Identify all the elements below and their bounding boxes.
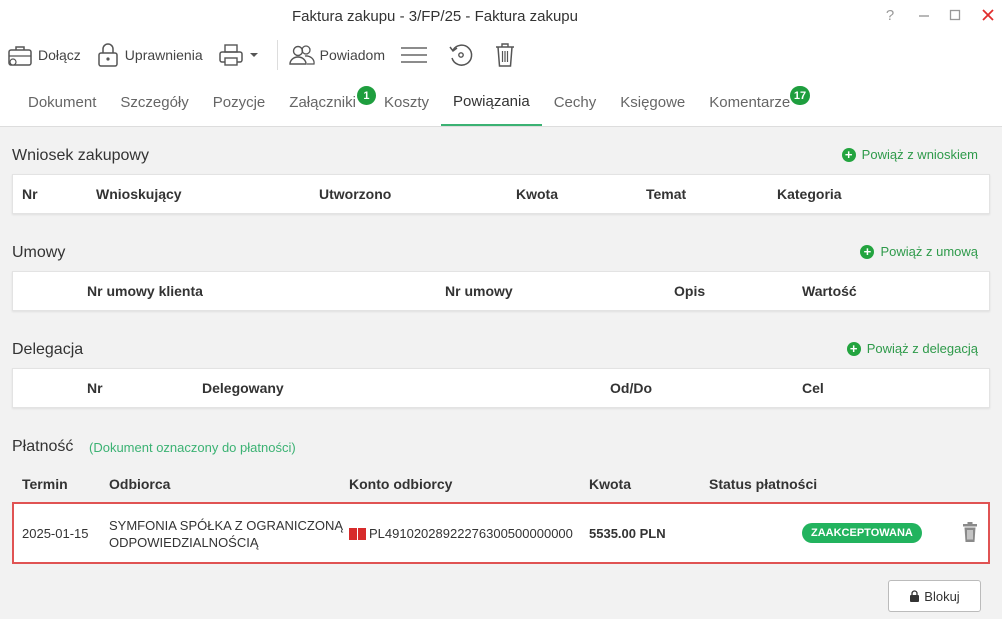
purchase-request-title: Wniosek zakupowy [12,147,149,164]
notify-button[interactable]: Powiadom [288,38,385,72]
tab-features[interactable]: Cechy [542,78,609,126]
tab-label: Powiązania [452,92,530,110]
column-header[interactable]: Utworzono [319,186,391,202]
toolbar: Dołącz Uprawnienia Powiadom [0,32,1002,78]
minimize-icon[interactable] [913,4,935,26]
column-header[interactable]: Cel [802,380,824,396]
permissions-button[interactable]: Uprawnienia [95,38,203,72]
plus-circle-icon: + [860,244,875,259]
recipient-line: SYMFONIA SPÓŁKA Z OGRANICZONĄ [109,518,344,533]
tab-label: Pozycje [212,93,266,111]
lock-icon [910,590,920,602]
payment-title: Płatność [12,438,74,455]
attach-label: Dołącz [38,47,81,63]
title-bar: Faktura zakupu - 3/FP/25 - Faktura zakup… [0,0,1002,32]
attach-button[interactable]: Dołącz [6,38,81,72]
delete-payment-button[interactable] [962,521,978,548]
column-header[interactable]: Temat [646,186,686,202]
column-header[interactable]: Wartość [802,283,857,299]
payment-account: PL49102028922276300500000000 [349,526,573,541]
contracts-title: Umowy [12,244,66,261]
link-delegation-button[interactable]: + Powiąż z delegacją [846,341,978,356]
column-header[interactable]: Status płatności [709,476,817,492]
plus-circle-icon: + [841,147,856,162]
tab-label: Załączniki [289,93,356,111]
column-header[interactable]: Termin [22,476,68,492]
notify-label: Powiadom [319,47,385,63]
tab-costs[interactable]: Koszty [372,78,441,126]
account-number: PL49102028922276300500000000 [369,526,573,541]
history-icon [449,44,473,66]
tab-label: Komentarze [709,93,791,111]
column-header[interactable]: Wnioskujący [96,186,182,202]
delegation-title: Delegacja [12,341,84,358]
tab-bar: Dokument Szczegóły Pozycje Załączniki 1 K… [0,78,1002,127]
column-header[interactable]: Konto odbiorcy [349,476,452,492]
column-header[interactable]: Kwota [589,476,631,492]
column-header[interactable]: Nr umowy [445,283,513,299]
payment-row[interactable]: 2025-01-15 SYMFONIA SPÓŁKA Z OGRANICZONĄ… [12,502,990,564]
payment-amount: 5535.00 PLN [589,526,666,541]
tab-document[interactable]: Dokument [16,78,108,126]
column-header[interactable]: Kwota [516,186,558,202]
close-icon[interactable] [977,4,999,26]
link-purchase-request-button[interactable]: + Powiąż z wnioskiem [841,147,978,162]
status-badge: ZAAKCEPTOWANA [802,523,922,543]
tab-label: Dokument [28,93,97,111]
payment-recipient: SYMFONIA SPÓŁKA Z OGRANICZONĄ ODPOWIEDZI… [109,517,343,551]
column-header[interactable]: Nr [22,186,38,202]
hamburger-menu-icon [401,47,427,63]
column-header[interactable]: Odbiorca [109,476,170,492]
tab-label: Księgowe [620,93,686,111]
tab-attachments[interactable]: Załączniki 1 [277,78,376,126]
printer-icon [218,44,243,66]
link-contract-button[interactable]: + Powiąż z umową [860,244,978,259]
menu-button[interactable] [399,38,433,72]
tab-label: Szczegóły [120,93,189,111]
purchase-request-table: Nr Wnioskujący Utworzono Kwota Temat Kat… [12,174,990,214]
lock-icon [98,43,118,67]
payment-note: (Dokument oznaczony do płatności) [89,440,296,455]
tab-relations[interactable]: Powiązania [440,78,542,126]
window-title: Faktura zakupu - 3/FP/25 - Faktura zakup… [292,8,578,25]
recipient-line: ODPOWIEDZIALNOŚCIĄ [109,535,259,550]
bank-card-icon [349,527,366,540]
trash-icon [963,522,977,542]
users-icon [288,45,315,65]
delete-button[interactable] [493,38,521,72]
help-icon[interactable]: ? [879,4,901,26]
link-contract-label: Powiąż z umową [880,244,978,259]
tab-details[interactable]: Szczegóły [108,78,200,126]
toolbar-divider [276,40,278,70]
payment-date: 2025-01-15 [22,526,89,541]
maximize-icon[interactable] [944,4,966,26]
block-button[interactable]: Blokuj [888,580,981,612]
block-label: Blokuj [924,588,960,604]
tab-label: Koszty [383,93,429,111]
link-purchase-request-label: Powiąż z wnioskiem [861,147,978,162]
tab-comments[interactable]: Komentarze 17 [697,78,811,126]
tab-accounting[interactable]: Księgowe [608,78,697,126]
print-button[interactable] [217,38,263,72]
column-header[interactable]: Nr [87,380,103,396]
chevron-down-icon[interactable] [249,50,259,60]
delegation-table: Nr Delegowany Od/Do Cel [12,368,990,408]
tab-label: Cechy [553,93,597,111]
column-header[interactable]: Kategoria [777,186,842,202]
trash-icon [496,43,514,67]
plus-circle-icon: + [846,341,861,356]
column-header[interactable]: Delegowany [202,380,284,396]
tab-items[interactable]: Pozycje [201,78,278,126]
link-delegation-label: Powiąż z delegacją [866,341,978,356]
briefcase-attach-icon [8,46,32,66]
history-button[interactable] [447,38,479,72]
comments-count-badge: 17 [789,86,811,105]
permissions-label: Uprawnienia [124,47,203,63]
column-header[interactable]: Od/Do [610,380,652,396]
column-header[interactable]: Opis [674,283,705,299]
contracts-table: Nr umowy klienta Nr umowy Opis Wartość [12,271,990,311]
column-header[interactable]: Nr umowy klienta [87,283,203,299]
